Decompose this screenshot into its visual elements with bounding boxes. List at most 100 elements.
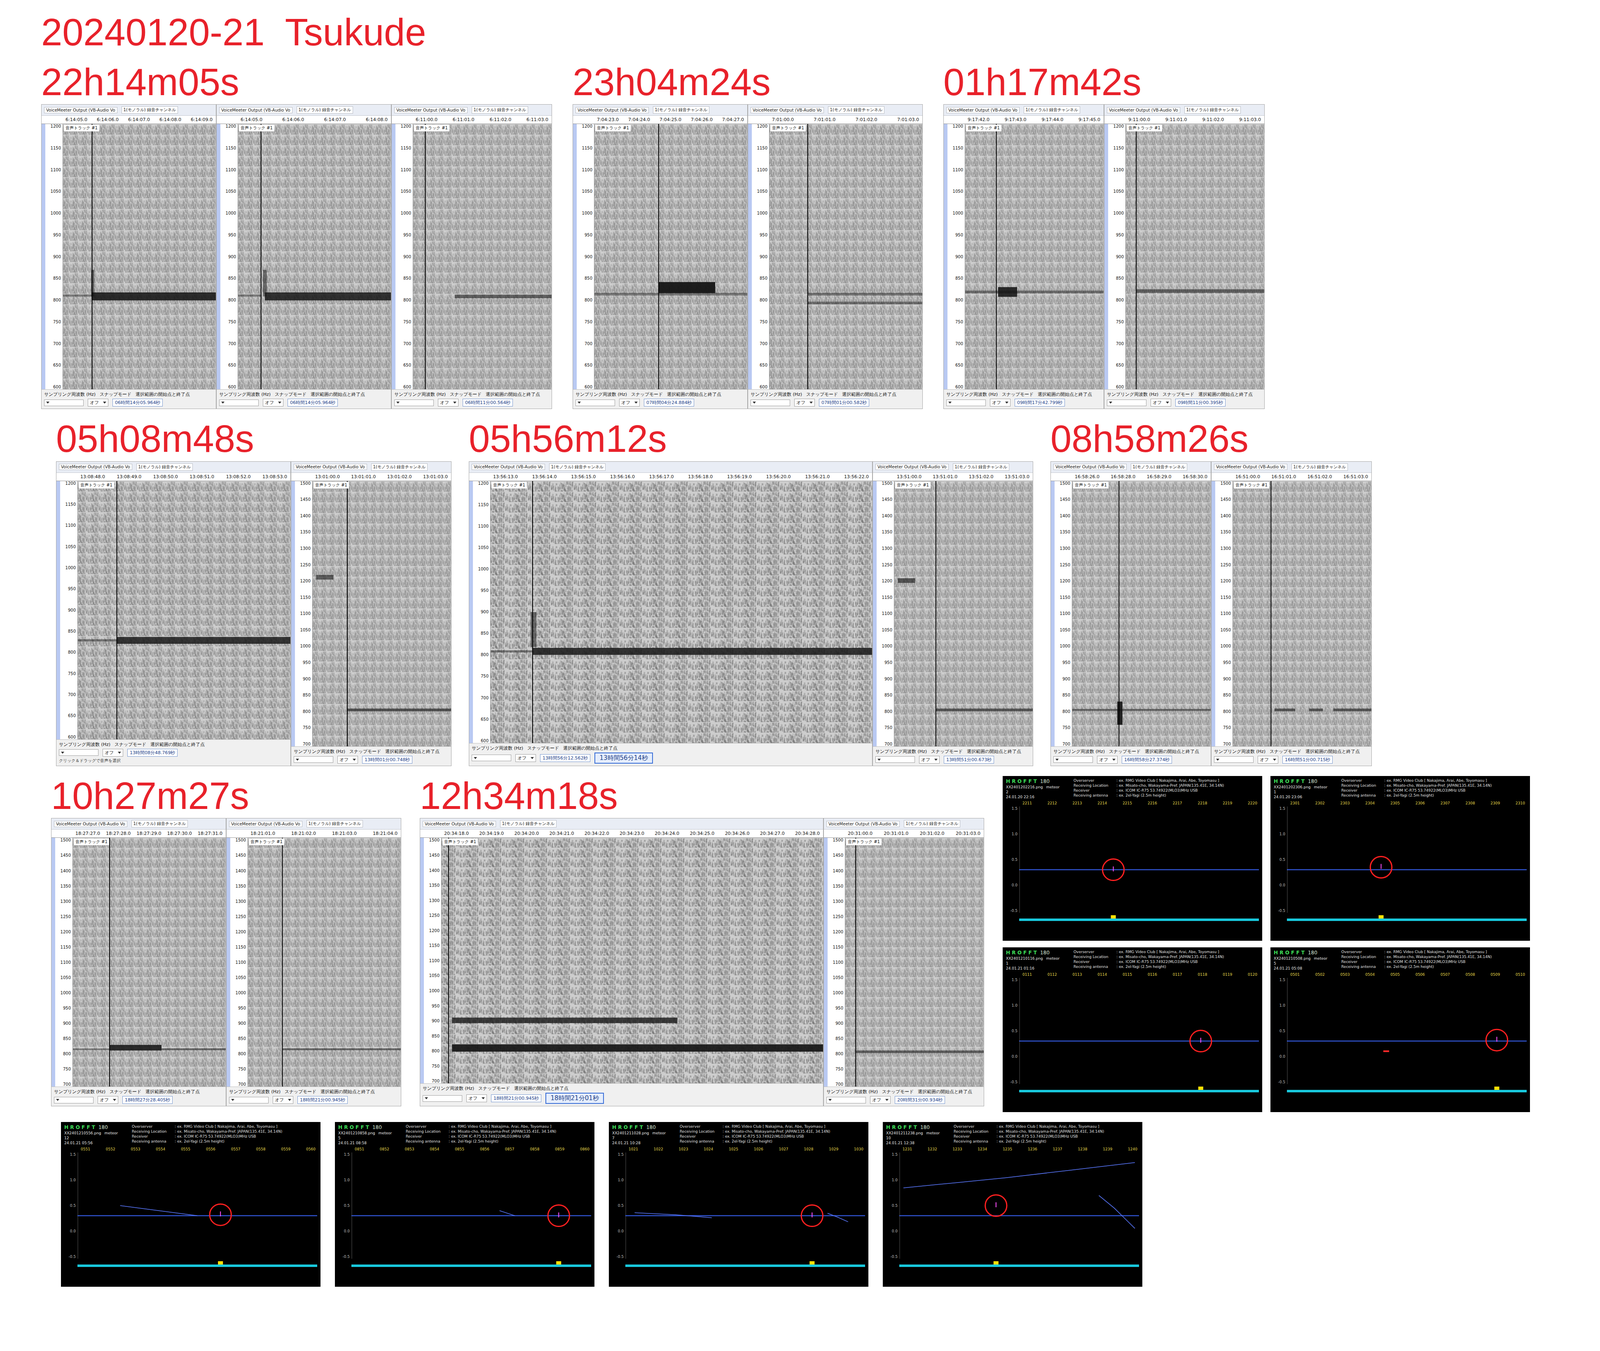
rate-select[interactable] [1106, 399, 1147, 407]
snap-select[interactable]: オフ [437, 398, 459, 407]
spectrogram-chart[interactable] [72, 837, 226, 1087]
play-cursor[interactable] [935, 481, 937, 747]
spectrogram-plot[interactable]: 音声トラック #1 [1125, 123, 1265, 390]
time-ruler[interactable]: 13:08:48.013:08:49.013:08:50.013:08:51.0… [56, 472, 291, 482]
selection-start-field[interactable]: 13時間51分00.673秒 [943, 755, 995, 764]
spectrogram-chart[interactable] [312, 481, 452, 747]
channel-select[interactable]: 1(モノラル) 録音チャンネル [903, 820, 961, 828]
spectrogram-plot[interactable]: 音声トラック #1 [1072, 481, 1211, 747]
device-select[interactable]: VoiceMeeter Output (VB-Audio Vo [575, 107, 649, 114]
rate-select[interactable] [826, 1097, 866, 1104]
device-select[interactable]: VoiceMeeter Output (VB-Audio Vo [44, 107, 118, 114]
channel-select[interactable]: 1(モノラル) 録音チャンネル [131, 820, 188, 828]
spectrogram-plot[interactable]: 音声トラック #1 [965, 123, 1104, 390]
device-select[interactable]: VoiceMeeter Output (VB-Audio Vo [394, 107, 468, 114]
device-select[interactable]: VoiceMeeter Output (VB-Audio Vo [750, 107, 824, 114]
channel-select[interactable]: 1(モノラル) 録音チャンネル [952, 463, 1010, 471]
selection-start-field[interactable]: 09時間17分42.799秒 [1014, 398, 1065, 407]
snap-select[interactable]: オフ [1097, 755, 1118, 764]
play-cursor[interactable] [116, 481, 118, 740]
rate-select[interactable] [293, 756, 334, 763]
play-cursor[interactable] [532, 481, 534, 744]
selection-start-field[interactable]: 16時間51分00.715秒 [1282, 755, 1333, 764]
spectrogram-chart[interactable] [441, 837, 824, 1084]
device-select[interactable]: VoiceMeeter Output (VB-Audio Vo [1106, 107, 1181, 114]
device-select[interactable]: VoiceMeeter Output (VB-Audio Vo [293, 463, 368, 471]
snap-select[interactable]: オフ [466, 1094, 487, 1103]
rate-select[interactable] [58, 749, 99, 756]
play-cursor[interactable] [855, 837, 857, 1087]
snap-select[interactable]: オフ [262, 398, 284, 407]
snap-select[interactable]: オフ [515, 754, 536, 763]
rate-select[interactable] [1214, 756, 1254, 763]
snap-select[interactable]: オフ [619, 398, 640, 407]
time-ruler[interactable]: 13:56:13.013:56:14.013:56:15.013:56:16.0… [469, 472, 873, 482]
spectrogram-plot[interactable]: 音声トラック #1 [72, 837, 226, 1087]
rate-select[interactable] [394, 399, 434, 407]
selection-start-field[interactable]: 18時間21分00.945秒 [297, 1096, 348, 1105]
spectrogram-chart[interactable] [1232, 481, 1372, 747]
spectrogram-plot[interactable]: 音声トラック #1 [1232, 481, 1372, 747]
spectrogram-chart[interactable] [894, 481, 1033, 747]
channel-select[interactable]: 1(モノラル) 録音チャンネル [296, 106, 354, 114]
device-select[interactable]: VoiceMeeter Output (VB-Audio Vo [946, 107, 1020, 114]
snap-select[interactable]: オフ [794, 398, 815, 407]
selection-start-field[interactable]: 09時間11分00.395秒 [1175, 398, 1226, 407]
rate-select[interactable] [422, 1095, 463, 1102]
play-cursor[interactable] [448, 837, 450, 1084]
rate-select[interactable] [44, 399, 84, 407]
spectrogram-chart[interactable] [247, 837, 401, 1087]
spectrogram-chart[interactable] [63, 123, 216, 390]
rate-select[interactable] [229, 1097, 269, 1104]
channel-select[interactable]: 1(モノラル) 録音チャンネル [136, 463, 193, 471]
selection-start-field[interactable]: 13時間01分00.748秒 [362, 755, 413, 764]
channel-select[interactable]: 1(モノラル) 録音チャンネル [1130, 463, 1188, 471]
selection-start-field[interactable]: 07時間04分24.884秒 [643, 398, 695, 407]
time-ruler[interactable]: 13:01:00.013:01:01.013:01:02.013:01:03.0 [291, 472, 452, 482]
selection-start-field[interactable]: 18時間21分00.945秒 [491, 1094, 542, 1103]
play-cursor[interactable] [424, 123, 426, 390]
time-ruler[interactable]: 6:11:00.06:11:01.06:11:02.06:11:03.0 [391, 115, 552, 124]
channel-select[interactable]: 1(モノラル) 録音チャンネル [306, 820, 363, 828]
channel-select[interactable]: 1(モノラル) 録音チャンネル [652, 106, 710, 114]
time-ruler[interactable]: 6:14:05.06:14:06.06:14:07.06:14:08.06:14… [41, 115, 216, 124]
selection-start-field[interactable]: 13時間08分48.769秒 [127, 748, 178, 757]
spectrogram-chart[interactable] [965, 123, 1104, 390]
spectrogram-chart[interactable] [1072, 481, 1211, 747]
spectrogram-plot[interactable]: 音声トラック #1 [490, 481, 873, 744]
selection-start-field[interactable]: 13時間56分12.562秒 [540, 754, 591, 763]
spectrogram-chart[interactable] [490, 481, 873, 744]
spectrogram-plot[interactable]: 音声トラック #1 [63, 123, 216, 390]
play-cursor[interactable] [1270, 481, 1272, 747]
spectrogram-chart[interactable] [1125, 123, 1265, 390]
snap-select[interactable]: オフ [87, 398, 109, 407]
device-select[interactable]: VoiceMeeter Output (VB-Audio Vo [53, 821, 128, 828]
spectrogram-plot[interactable]: 音声トラック #1 [247, 837, 401, 1087]
snap-select[interactable]: オフ [102, 748, 124, 757]
spectrogram-chart[interactable] [238, 123, 391, 390]
device-select[interactable]: VoiceMeeter Output (VB-Audio Vo [422, 821, 496, 828]
time-ruler[interactable]: 9:11:00.09:11:01.09:11:02.09:11:03.0 [1104, 115, 1265, 124]
channel-select[interactable]: 1(モノラル) 録音チャンネル [1184, 106, 1241, 114]
channel-select[interactable]: 1(モノラル) 録音チャンネル [828, 106, 885, 114]
selection-start-field[interactable]: 06時間14分05.964秒 [112, 398, 163, 407]
snap-select[interactable]: オフ [870, 1096, 891, 1105]
time-ruler[interactable]: 16:58:26.016:58:28.016:58:29.016:58:30.0 [1050, 472, 1211, 482]
device-select[interactable]: VoiceMeeter Output (VB-Audio Vo [229, 821, 303, 828]
snap-select[interactable]: オフ [919, 755, 940, 764]
spectrogram-chart[interactable] [594, 123, 748, 390]
play-cursor[interactable] [1135, 123, 1137, 390]
play-cursor[interactable] [1118, 481, 1120, 747]
play-cursor[interactable] [346, 481, 348, 747]
spectrogram-plot[interactable]: 音声トラック #1 [769, 123, 923, 390]
snap-select[interactable]: オフ [1150, 398, 1172, 407]
spectrogram-plot[interactable]: 音声トラック #1 [441, 837, 824, 1084]
selection-start-field[interactable]: 06時間14分05.964秒 [287, 398, 338, 407]
rate-select[interactable] [750, 399, 791, 407]
channel-select[interactable]: 1(モノラル) 録音チャンネル [121, 106, 178, 114]
play-cursor[interactable] [807, 123, 809, 390]
rate-select[interactable] [575, 399, 616, 407]
spectrogram-chart[interactable] [769, 123, 923, 390]
time-ruler[interactable]: 20:31:00.020:31:01.020:31:02.020:31:03.0 [823, 829, 984, 838]
spectrogram-plot[interactable]: 音声トラック #1 [312, 481, 452, 747]
